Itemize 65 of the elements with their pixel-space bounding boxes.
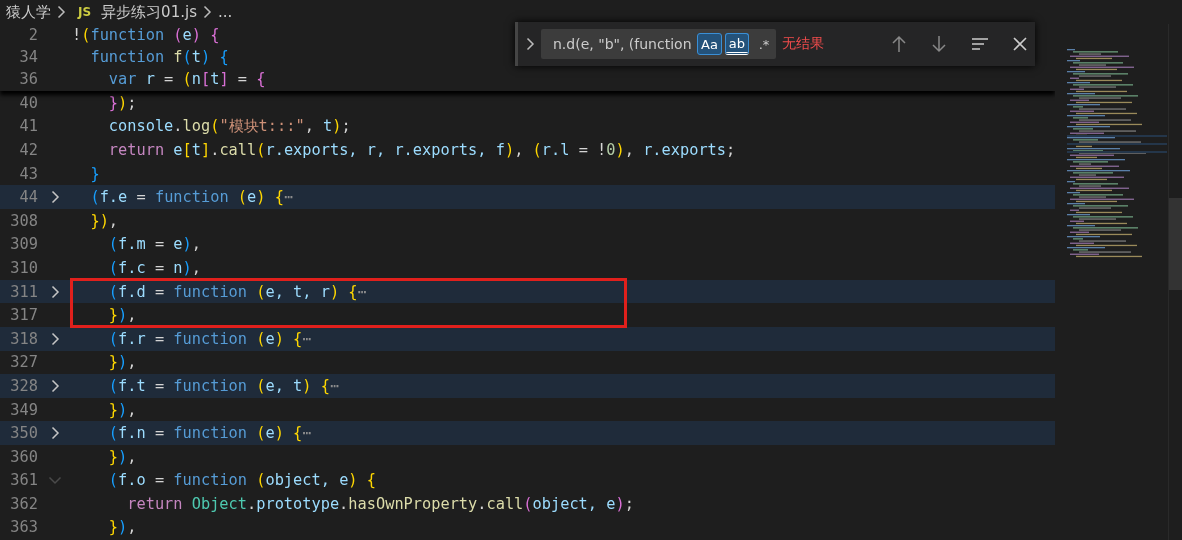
code-line: }), [107, 518, 137, 537]
code-line: } [89, 164, 100, 183]
line-number: 327 [9, 353, 38, 372]
code-line: }), [89, 211, 119, 230]
line-number: 34 [18, 48, 38, 66]
line-number: 361 [9, 471, 38, 490]
line-number: 311 [9, 282, 38, 301]
code-line: var r = (n[t] = { [107, 70, 266, 88]
code-line: }); [107, 93, 137, 112]
line-number: 36 [18, 70, 38, 88]
code-line: !(function (e) { [72, 26, 220, 44]
line-number: 309 [9, 235, 38, 254]
code-line: (f.d = function (e, t, r) {⋯ [107, 282, 367, 301]
line-number: 349 [9, 400, 38, 419]
line-number: 363 [9, 518, 38, 537]
code-line: return Object.prototype.hasOwnProperty.call(object, e); [126, 494, 634, 513]
code-line: (f.n = function (e) {⋯ [107, 424, 312, 443]
chevron-right-icon[interactable] [50, 426, 60, 441]
code-line: console.log("模块t:::", t); [107, 115, 351, 137]
line-number: 360 [9, 447, 38, 466]
arrow-down-icon[interactable] [931, 35, 947, 53]
line-number: 44 [18, 188, 38, 207]
regex-toggle[interactable]: .* [752, 33, 776, 55]
code-line: (f.o = function (object, e) { [107, 471, 376, 490]
chevron-right-icon[interactable] [50, 331, 60, 346]
code-line: return e[t].call(r.exports, r, r.exports, f), (r.l = !0), r.exports; [107, 141, 736, 159]
no-results-text: 无结果 [782, 35, 824, 53]
code-line: }), [107, 353, 137, 372]
line-number: 362 [9, 494, 38, 513]
code-line: (f.c = n), [107, 258, 201, 277]
code-line: (f.m = e), [107, 235, 201, 254]
code-line: (f.t = function (e, t) {⋯ [107, 376, 340, 395]
arrow-up-icon[interactable] [891, 35, 907, 53]
lines-icon[interactable] [971, 37, 989, 51]
line-number: 308 [9, 211, 38, 230]
chevron-right-icon[interactable] [202, 5, 212, 19]
code-line: (f.e = function (e) {⋯ [89, 188, 294, 207]
line-number: 43 [18, 164, 38, 183]
whole-word-toggle[interactable]: ab [724, 33, 749, 55]
code-line: }), [107, 447, 137, 466]
line-number: 310 [9, 258, 38, 277]
code-line: }), [107, 306, 137, 325]
chevron-right-icon[interactable] [526, 37, 535, 51]
chevron-right-icon[interactable] [50, 190, 60, 205]
breadcrumb-item[interactable]: ... [217, 3, 233, 21]
line-number: 317 [9, 306, 38, 325]
breadcrumb-item[interactable]: 猿人学 [6, 2, 51, 22]
line-number: 318 [9, 329, 38, 348]
line-number: 41 [18, 117, 38, 136]
chevron-right-icon[interactable] [57, 5, 66, 19]
code-line: (f.r = function (e) {⋯ [107, 329, 312, 348]
line-number: 328 [9, 376, 38, 395]
line-number: 42 [18, 141, 38, 159]
js-file-icon: JS [78, 5, 92, 19]
line-number: 2 [27, 26, 38, 44]
line-number: 350 [9, 424, 38, 443]
code-line: }), [107, 400, 137, 419]
search-field[interactable]: n.d(e, "b", (function Aa ab .* [541, 29, 776, 59]
breadcrumb-item[interactable]: 异步练习01.js [101, 2, 197, 22]
line-number: 40 [18, 93, 38, 112]
close-icon[interactable] [1013, 37, 1027, 51]
code-line: function f(t) { [89, 48, 229, 66]
chevron-right-icon[interactable] [50, 378, 60, 393]
chevron-right-icon[interactable] [50, 284, 60, 299]
match-case-toggle[interactable]: Aa [697, 33, 722, 55]
